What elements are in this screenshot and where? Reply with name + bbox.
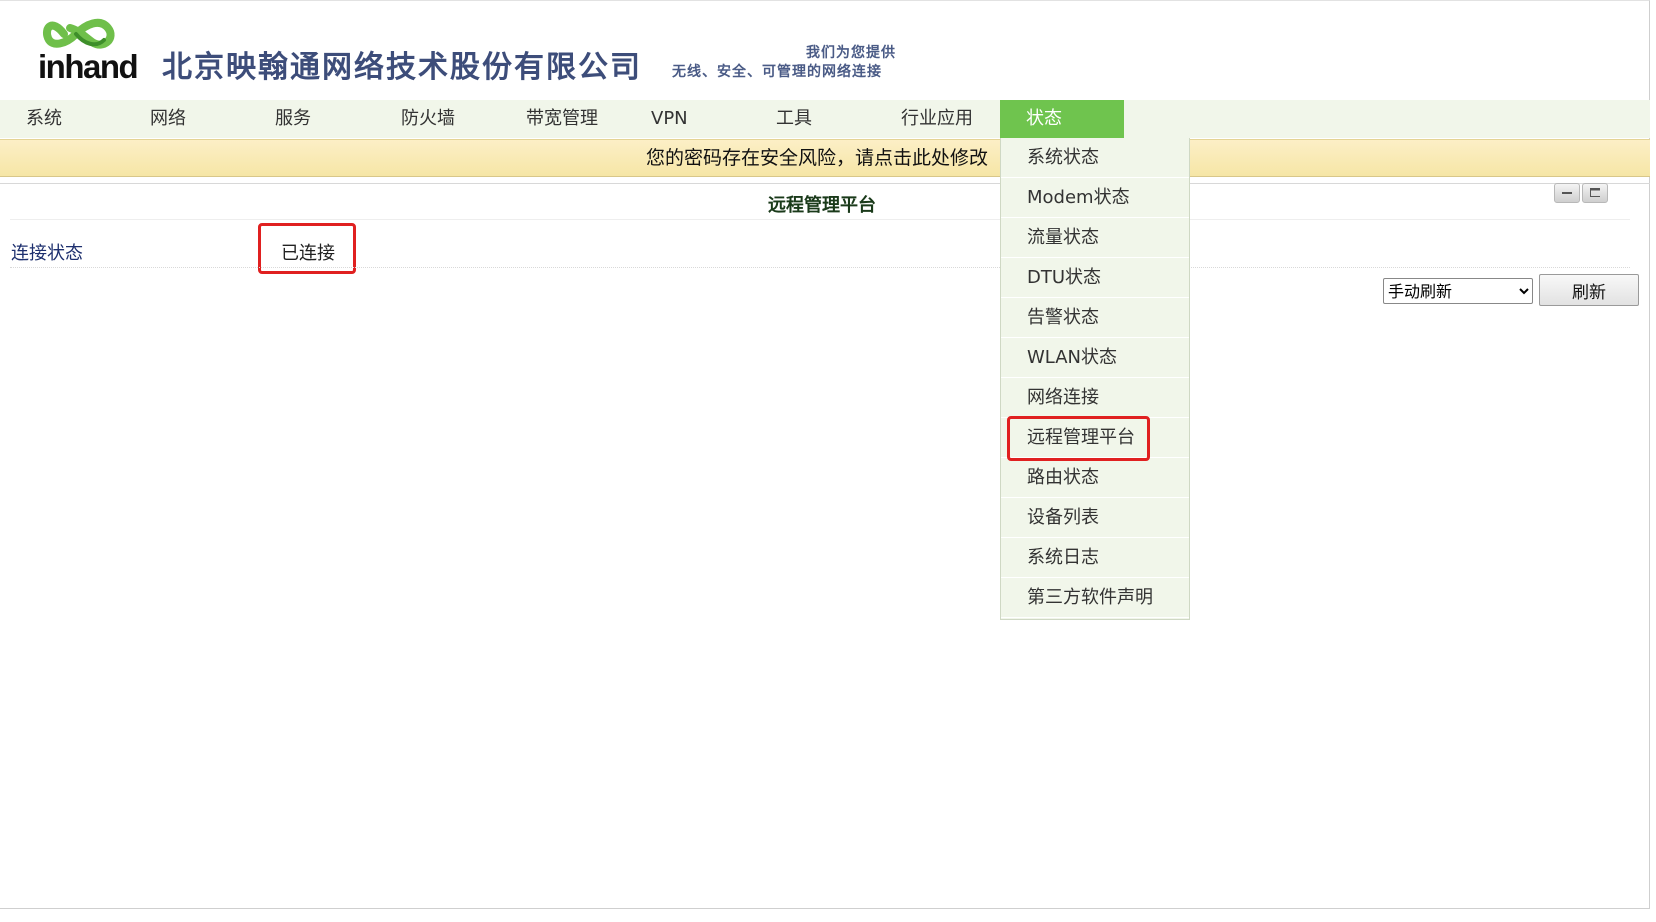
menu-item-network-connections[interactable]: 网络连接 [1001, 378, 1189, 418]
nav-item-bandwidth[interactable]: 带宽管理 [500, 100, 618, 138]
nav-item-firewall[interactable]: 防火墙 [375, 100, 493, 138]
password-warning-link[interactable]: 您的密码存在安全风险，请点击此处修改 [646, 147, 988, 169]
menu-item-system-log[interactable]: 系统日志 [1001, 538, 1189, 578]
menu-item-dtu-status[interactable]: DTU状态 [1001, 258, 1189, 298]
nav-item-network[interactable]: 网络 [124, 100, 242, 138]
page-title-text: 远程管理平台 [768, 195, 876, 216]
password-warning-bar: 您的密码存在安全风险，请点击此处修改 [0, 139, 1650, 177]
title-divider [10, 219, 1630, 220]
nav-item-vpn[interactable]: VPN [625, 100, 743, 138]
nav-item-tools[interactable]: 工具 [750, 100, 868, 138]
main-nav: 系统 网络 服务 防火墙 带宽管理 VPN 工具 行业应用 状态 [0, 100, 1650, 138]
logo-wordmark: inhand [38, 48, 139, 85]
menu-item-wlan-status[interactable]: WLAN状态 [1001, 338, 1189, 378]
slogan-line-1: 我们为您提供 [806, 45, 896, 61]
menu-item-route-status[interactable]: 路由状态 [1001, 458, 1189, 498]
menu-item-alarm-status[interactable]: 告警状态 [1001, 298, 1189, 338]
remote-management-highlight [1007, 416, 1150, 461]
menu-item-third-party-notice[interactable]: 第三方软件声明 [1001, 578, 1189, 618]
menu-item-system-status[interactable]: 系统状态 [1001, 138, 1189, 178]
company-name: 北京映翰通网络技术股份有限公司 [162, 50, 642, 85]
minimize-icon [1562, 192, 1572, 194]
main-content: 远程管理平台 连接状态 已连接 手动刷新 刷新 [0, 183, 1650, 903]
refresh-mode-select[interactable]: 手动刷新 [1383, 278, 1533, 304]
menu-item-device-list[interactable]: 设备列表 [1001, 498, 1189, 538]
page-title: 远程管理平台 [0, 191, 1650, 217]
row-divider [10, 267, 1630, 268]
window-controls [1554, 183, 1610, 205]
maximize-icon [1590, 188, 1600, 197]
minimize-button[interactable] [1554, 183, 1580, 203]
menu-item-traffic-status[interactable]: 流量状态 [1001, 218, 1189, 258]
connection-status-label: 连接状态 [11, 243, 83, 264]
nav-item-services[interactable]: 服务 [249, 100, 367, 138]
refresh-button[interactable]: 刷新 [1539, 274, 1639, 306]
nav-item-status[interactable]: 状态 [1000, 100, 1124, 138]
slogan-line-2: 无线、安全、可管理的网络连接 [672, 64, 882, 80]
menu-item-modem-status[interactable]: Modem状态 [1001, 178, 1189, 218]
content-divider [0, 183, 1650, 184]
nav-item-industry[interactable]: 行业应用 [875, 100, 993, 138]
inhand-logo: inhand [38, 14, 139, 94]
maximize-button[interactable] [1582, 183, 1608, 203]
status-dropdown-menu: 系统状态 Modem状态 流量状态 DTU状态 告警状态 WLAN状态 网络连接… [1000, 138, 1190, 620]
nav-item-system[interactable]: 系统 [0, 100, 118, 138]
